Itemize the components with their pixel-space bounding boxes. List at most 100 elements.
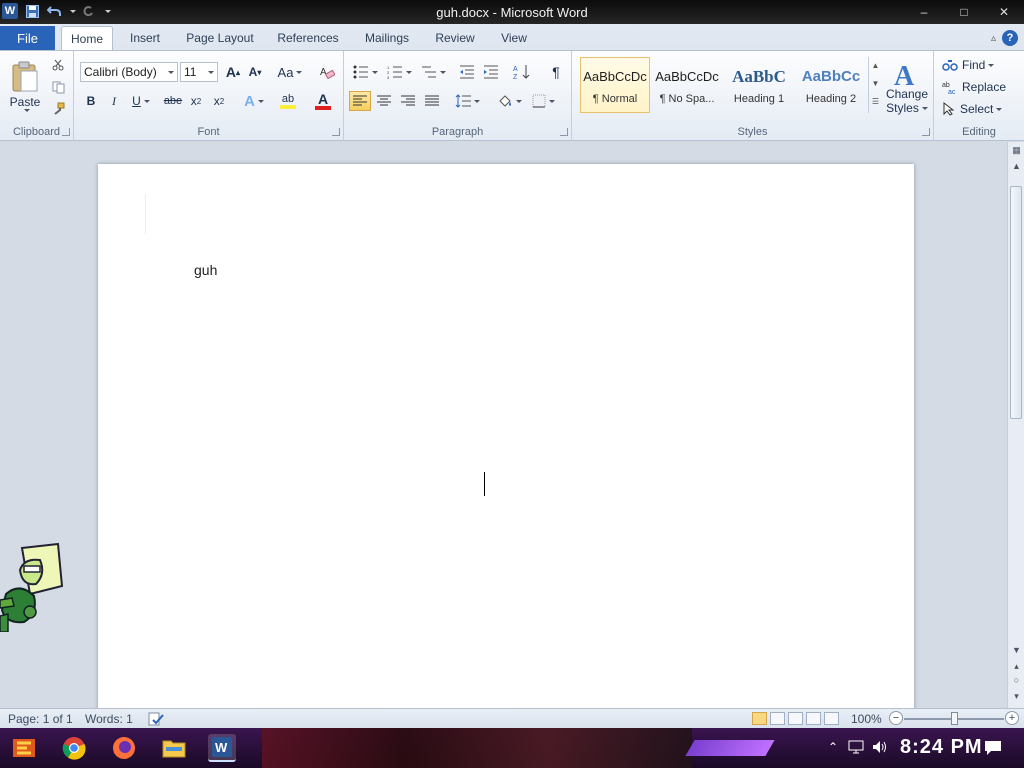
font-name-value: Calibri (Body) xyxy=(84,65,157,79)
paragraph-group: 123 AZ ¶ Paragraph xyxy=(344,51,572,141)
tab-view[interactable]: View xyxy=(492,26,536,50)
increase-indent-icon[interactable] xyxy=(482,63,500,81)
format-painter-icon[interactable] xyxy=(50,101,66,117)
close-button[interactable]: ✕ xyxy=(984,2,1024,22)
italic-button[interactable]: I xyxy=(105,92,123,110)
show-hidden-icons-icon[interactable]: ⌃ xyxy=(828,740,838,754)
font-color-button[interactable]: A xyxy=(308,91,338,111)
web-layout-view-icon[interactable] xyxy=(788,712,803,725)
font-launcher-icon[interactable] xyxy=(332,128,340,136)
outline-view-icon[interactable] xyxy=(806,712,821,725)
page-count[interactable]: Page: 1 of 1 xyxy=(8,712,73,726)
shrink-font-button[interactable]: A ▾ xyxy=(246,63,264,81)
borders-icon[interactable] xyxy=(528,91,558,111)
change-case-button[interactable]: Aa xyxy=(277,63,303,81)
tab-file[interactable]: File xyxy=(0,26,55,50)
style-no-spacing[interactable]: AaBbCcDc ¶ No Spa... xyxy=(652,57,722,113)
bullets-icon[interactable] xyxy=(350,63,380,81)
proofing-icon[interactable] xyxy=(148,712,164,729)
replace-button[interactable]: ab ac Replace xyxy=(942,77,1016,97)
decrease-indent-icon[interactable] xyxy=(458,63,476,81)
find-button[interactable]: Find xyxy=(942,55,1012,75)
document-area: guh xyxy=(0,142,1007,708)
zoom-slider-knob[interactable] xyxy=(950,712,958,725)
underline-button[interactable]: U xyxy=(128,92,154,110)
previous-page-icon[interactable]: ▴ xyxy=(1010,660,1023,673)
line-spacing-icon[interactable] xyxy=(452,91,482,111)
action-center-icon[interactable] xyxy=(984,740,1002,759)
start-button-icon[interactable] xyxy=(10,734,38,762)
cut-icon[interactable] xyxy=(50,57,66,73)
change-styles-button[interactable]: A Change Styles xyxy=(884,55,930,119)
multilevel-list-icon[interactable] xyxy=(418,63,448,81)
tab-home[interactable]: Home xyxy=(61,26,113,50)
superscript-button[interactable]: x2 xyxy=(210,92,228,110)
font-color-swatch xyxy=(315,105,331,110)
style-normal-name: ¶ Normal xyxy=(592,93,638,105)
tab-mailings[interactable]: Mailings xyxy=(356,26,418,50)
align-center-icon[interactable] xyxy=(373,91,395,111)
paste-label: Paste xyxy=(9,94,41,109)
taskbar-clock[interactable]: 8:24 PM xyxy=(900,736,983,759)
sort-icon[interactable]: AZ xyxy=(512,63,532,81)
help-icon[interactable]: ? xyxy=(1002,30,1018,46)
scroll-thumb[interactable] xyxy=(1010,186,1022,419)
tab-insert[interactable]: Insert xyxy=(120,26,170,50)
vertical-scrollbar[interactable]: ▦ ▲ ▼ ▴ ○ ▾ xyxy=(1007,142,1024,708)
document-page[interactable]: guh xyxy=(98,164,914,708)
volume-icon[interactable] xyxy=(872,740,888,757)
grow-font-button[interactable]: A ▴ xyxy=(224,63,242,81)
tab-review[interactable]: Review xyxy=(428,26,482,50)
copy-icon[interactable] xyxy=(50,79,66,95)
paste-button[interactable]: Paste xyxy=(6,55,44,117)
maximize-button[interactable]: □ xyxy=(944,2,984,22)
minimize-button[interactable]: – xyxy=(904,2,944,22)
justify-icon[interactable] xyxy=(421,91,443,111)
bold-button[interactable]: B xyxy=(82,92,100,110)
style-heading-2[interactable]: AaBbCc Heading 2 xyxy=(796,57,866,113)
word-count[interactable]: Words: 1 xyxy=(85,712,133,726)
style-normal[interactable]: AaBbCcDc ¶ Normal xyxy=(580,57,650,113)
clear-formatting-icon[interactable]: A xyxy=(318,63,336,81)
strikethrough-button[interactable]: abe xyxy=(162,92,184,110)
firefox-icon[interactable] xyxy=(110,734,138,762)
show-formatting-button[interactable]: ¶ xyxy=(548,63,564,81)
word-icon[interactable]: W xyxy=(208,734,236,762)
zoom-level[interactable]: 100% xyxy=(851,712,882,726)
paragraph-launcher-icon[interactable] xyxy=(560,128,568,136)
align-right-icon[interactable] xyxy=(397,91,419,111)
select-label: Select xyxy=(960,102,994,116)
font-name-combo[interactable]: Calibri (Body) xyxy=(80,62,178,82)
title-bar: W guh.docx - Microsoft Word – □ ✕ xyxy=(0,0,1024,24)
select-button[interactable]: Select xyxy=(942,99,1016,119)
folder-icon[interactable] xyxy=(160,734,188,762)
align-left-icon[interactable] xyxy=(349,91,371,111)
scroll-down-icon[interactable]: ▼ xyxy=(1010,644,1023,657)
print-layout-view-icon[interactable] xyxy=(752,712,767,725)
styles-scroll[interactable]: ▲ ▼ ☰ xyxy=(868,57,882,113)
highlight-button[interactable]: ab xyxy=(272,91,304,111)
next-page-icon[interactable]: ▾ xyxy=(1010,690,1023,703)
zoom-in-button[interactable]: + xyxy=(1005,711,1019,725)
highlight-label: ab xyxy=(281,93,295,105)
document-text[interactable]: guh xyxy=(194,262,217,278)
style-heading-1[interactable]: AaBbC Heading 1 xyxy=(724,57,794,113)
font-size-combo[interactable]: 11 xyxy=(180,62,218,82)
full-screen-reading-view-icon[interactable] xyxy=(770,712,785,725)
tab-references[interactable]: References xyxy=(270,26,346,50)
subscript-button[interactable]: x2 xyxy=(187,92,205,110)
ruler-toggle-icon[interactable]: ▦ xyxy=(1010,144,1023,157)
styles-launcher-icon[interactable] xyxy=(922,128,930,136)
draft-view-icon[interactable] xyxy=(824,712,839,725)
scroll-up-icon[interactable]: ▲ xyxy=(1010,160,1023,173)
zoom-out-button[interactable]: − xyxy=(889,711,903,725)
network-icon[interactable] xyxy=(848,740,864,757)
select-browse-object-icon[interactable]: ○ xyxy=(1010,674,1023,687)
tab-page-layout[interactable]: Page Layout xyxy=(180,26,260,50)
minimize-ribbon-icon[interactable]: ▵ xyxy=(991,33,996,44)
numbering-icon[interactable]: 123 xyxy=(384,63,414,81)
shading-icon[interactable] xyxy=(494,91,524,111)
chrome-icon[interactable] xyxy=(60,734,88,762)
text-effects-button[interactable]: A xyxy=(240,91,268,111)
clipboard-launcher-icon[interactable] xyxy=(62,128,70,136)
